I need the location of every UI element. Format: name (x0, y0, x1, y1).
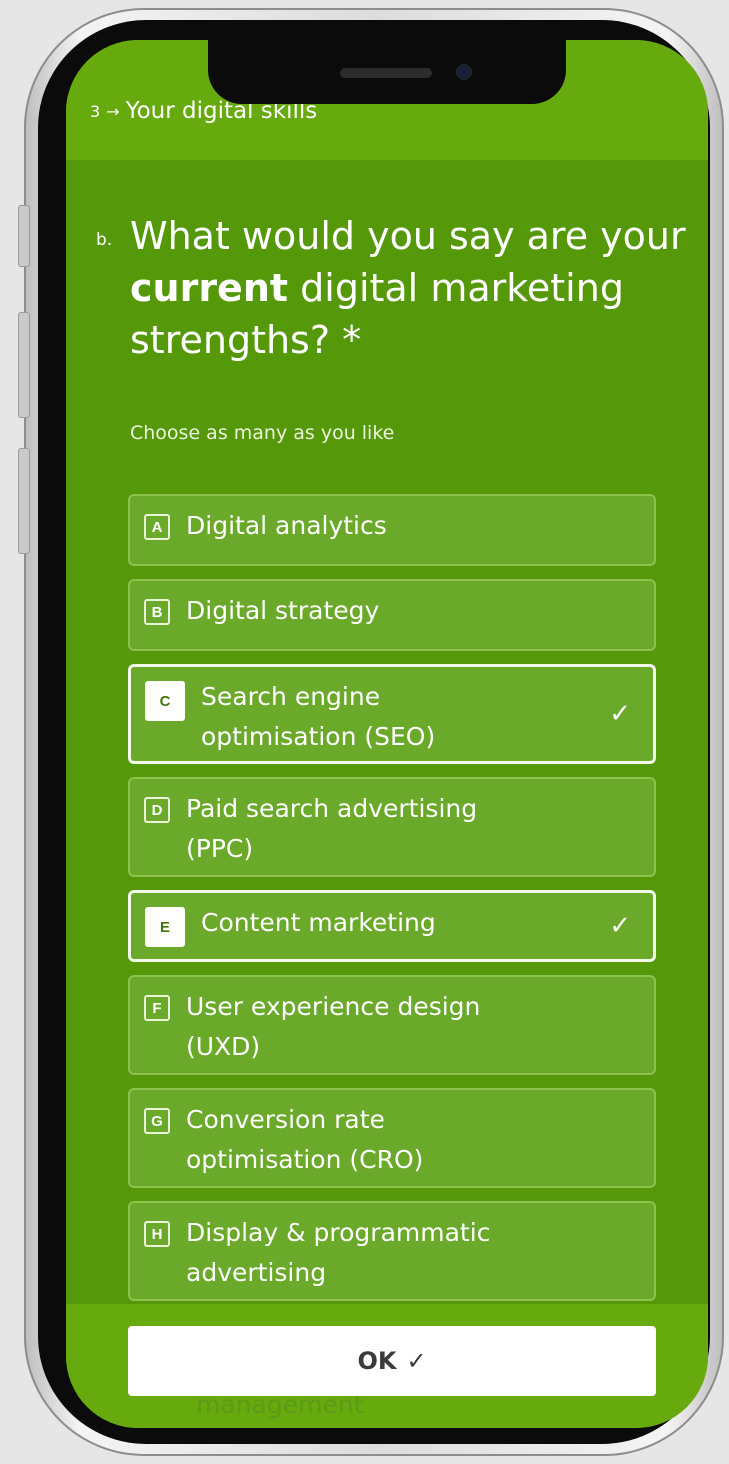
volume-down-button (18, 448, 30, 554)
choice-key-d: D (144, 797, 170, 823)
choice-label: Display & programmatic advertising (186, 1218, 491, 1287)
check-icon: ✓ (406, 1347, 427, 1375)
question-text-emphasis: current (130, 266, 289, 310)
phone-screen: 3 → Your digital skills b. What would you… (66, 40, 708, 1428)
choice-key-h: H (144, 1221, 170, 1247)
volume-up-button (18, 312, 30, 418)
check-icon: ✓ (609, 911, 631, 941)
speaker-grille (340, 68, 432, 78)
choice-option-c[interactable]: C Search engine optimisation (SEO) ✓ (128, 664, 656, 764)
choice-label: Digital strategy (186, 596, 380, 625)
question-text-start: What would you say are your (130, 214, 686, 258)
check-icon: ✓ (609, 699, 631, 729)
choice-key-e: E (145, 907, 185, 947)
choice-list: A Digital analytics B Digital strategy C… (128, 494, 656, 1314)
choice-label: Paid search advertising (PPC) (186, 794, 478, 863)
choice-key-f: F (144, 995, 170, 1021)
question-letter: b. (96, 230, 113, 250)
section-number: 3 (90, 101, 101, 121)
choice-option-g[interactable]: G Conversion rate optimisation (CRO) (128, 1088, 656, 1188)
camera-icon (456, 64, 472, 80)
choice-key-c: C (145, 681, 185, 721)
question-text: What would you say are your current digi… (130, 210, 686, 366)
choice-label: Conversion rate optimisation (CRO) (186, 1105, 424, 1174)
choice-label: Search engine optimisation (SEO) (201, 682, 436, 751)
choice-key-g: G (144, 1108, 170, 1134)
arrow-right-icon: → (106, 101, 120, 121)
choice-label: Digital analytics (186, 511, 387, 540)
choice-option-d[interactable]: D Paid search advertising (PPC) (128, 777, 656, 877)
mute-switch (18, 205, 30, 267)
ok-button[interactable]: OK ✓ (128, 1326, 656, 1396)
notch (208, 40, 566, 104)
question-heading: b. What would you say are your current d… (96, 210, 686, 366)
choice-key-b: B (144, 599, 170, 625)
choice-option-e[interactable]: E Content marketing ✓ (128, 890, 656, 962)
choice-option-a[interactable]: A Digital analytics (128, 494, 656, 566)
ok-button-label: OK (357, 1347, 397, 1375)
choice-option-f[interactable]: F User experience design (UXD) (128, 975, 656, 1075)
choice-option-h[interactable]: H Display & programmatic advertising (128, 1201, 656, 1301)
question-hint: Choose as many as you like (130, 422, 395, 444)
choice-label: User experience design (UXD) (186, 992, 481, 1061)
choice-key-a: A (144, 514, 170, 540)
choice-option-b[interactable]: B Digital strategy (128, 579, 656, 651)
choice-label: Content marketing (201, 908, 436, 937)
